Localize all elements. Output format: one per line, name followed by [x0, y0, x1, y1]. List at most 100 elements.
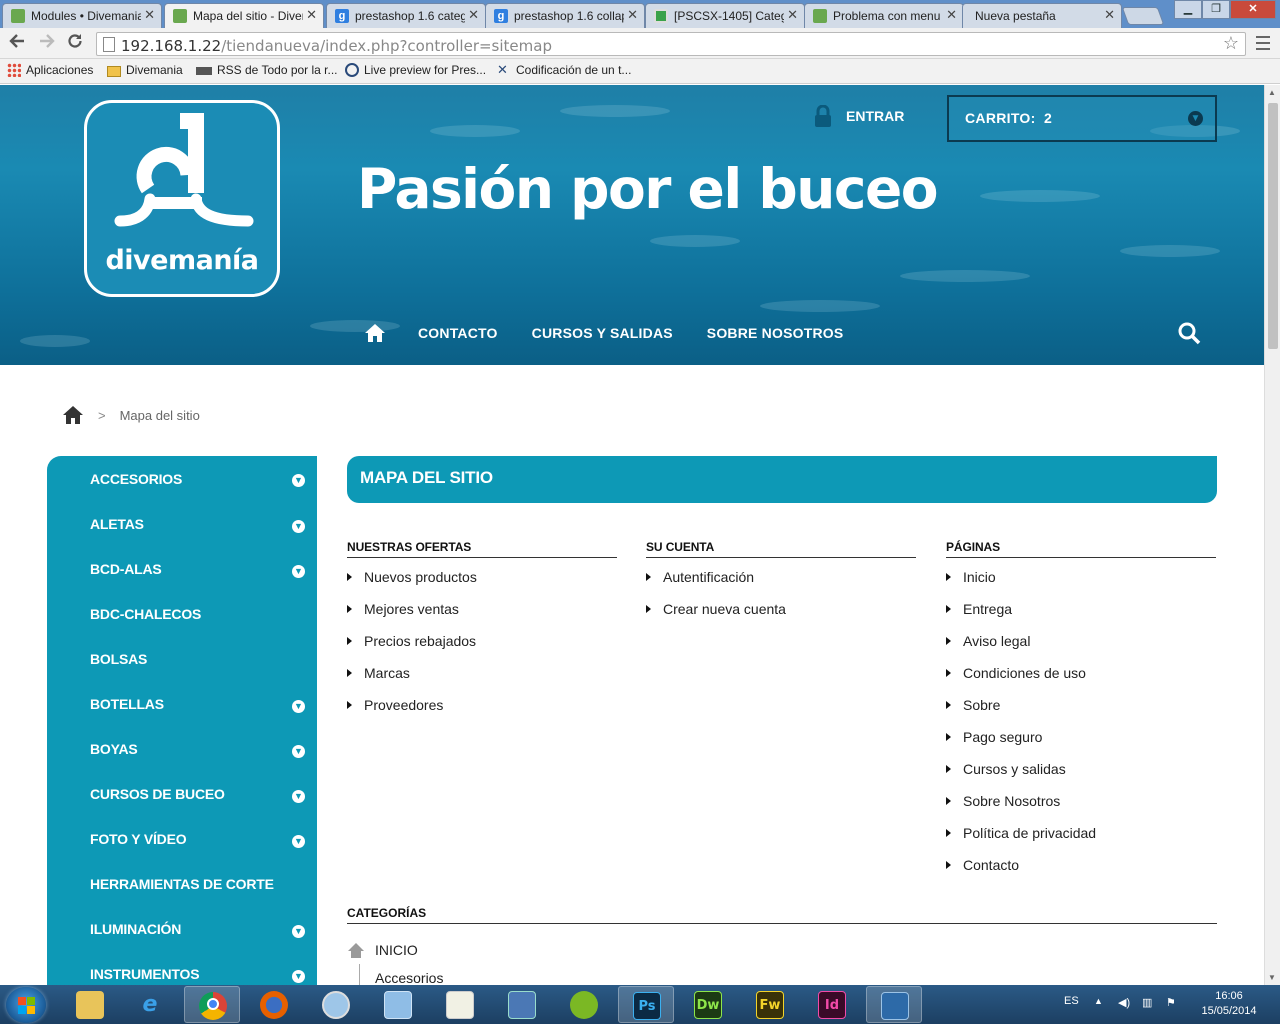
taskbar-safari[interactable]: [308, 986, 364, 1023]
close-icon[interactable]: ✕: [1104, 7, 1115, 23]
sidebar-item-bdc-chalecos[interactable]: BDC-CHALECOS: [90, 606, 201, 622]
show-hidden-icons-icon[interactable]: ▲: [1094, 996, 1103, 1006]
sitemap-link[interactable]: Contacto: [946, 857, 1216, 889]
cart-block[interactable]: CARRITO: 2 ▼: [947, 95, 1217, 142]
taskbar-photoshop[interactable]: Ps: [618, 986, 674, 1023]
taskbar-fireworks[interactable]: Fw: [742, 986, 798, 1023]
chevron-down-icon[interactable]: ▼: [292, 835, 305, 848]
sitemap-link[interactable]: Mejores ventas: [347, 601, 617, 633]
sitemap-link[interactable]: Marcas: [347, 665, 617, 697]
close-icon[interactable]: ✕: [627, 7, 638, 23]
menu-sobre-nosotros[interactable]: SOBRE NOSOTROS: [707, 325, 844, 341]
sidebar-item-foto-y-video[interactable]: FOTO Y VÍDEO: [90, 831, 187, 847]
cart-dropdown-icon[interactable]: ▼: [1188, 111, 1203, 126]
taskbar-dreamweaver[interactable]: Dw: [680, 986, 736, 1023]
sidebar-item-herramientas-de-corte[interactable]: HERRAMIENTAS DE CORTE: [90, 876, 274, 892]
minimize-button[interactable]: ▁: [1174, 0, 1202, 19]
chevron-down-icon[interactable]: ▼: [292, 745, 305, 758]
sitemap-link[interactable]: Pago seguro: [946, 729, 1216, 761]
taskbar-mysql[interactable]: [866, 986, 922, 1023]
page-scrollbar[interactable]: ▲ ▼: [1264, 85, 1280, 985]
taskbar-virtualbox[interactable]: [494, 986, 550, 1023]
sitemap-link[interactable]: Precios rebajados: [347, 633, 617, 665]
sitemap-link[interactable]: Autentificación: [646, 569, 916, 601]
sidebar-item-accesorios[interactable]: ACCESORIOS: [90, 471, 182, 487]
scroll-down-icon[interactable]: ▼: [1268, 973, 1276, 982]
sitemap-link[interactable]: Sobre Nosotros: [946, 793, 1216, 825]
sidebar-item-iluminacion[interactable]: ILUMINACIÓN: [90, 921, 181, 937]
taskbar-explorer[interactable]: [62, 986, 118, 1023]
bookmark-aplicaciones[interactable]: Aplicaciones: [7, 63, 93, 77]
home-icon[interactable]: [364, 323, 386, 343]
bookmark-live-preview[interactable]: Live preview for Pres...: [345, 63, 486, 77]
sidebar-item-instrumentos[interactable]: INSTRUMENTOS: [90, 966, 200, 982]
chevron-down-icon[interactable]: ▼: [292, 520, 305, 533]
forward-button[interactable]: [36, 32, 58, 54]
action-center-flag-icon[interactable]: ⚑: [1166, 996, 1180, 1010]
chevron-down-icon[interactable]: ▼: [292, 700, 305, 713]
chevron-down-icon[interactable]: ▼: [292, 790, 305, 803]
close-icon[interactable]: ✕: [468, 7, 479, 23]
chevron-down-icon[interactable]: ▼: [292, 565, 305, 578]
tab-google-categories[interactable]: g prestashop 1.6 categories ✕: [326, 3, 486, 28]
login-link[interactable]: ENTRAR: [813, 104, 904, 127]
url-text[interactable]: 192.168.1.22/tiendanueva/index.php?contr…: [121, 37, 552, 55]
sitemap-link[interactable]: Condiciones de uso: [946, 665, 1216, 697]
chevron-down-icon[interactable]: ▼: [292, 925, 305, 938]
sidebar-item-aletas[interactable]: ALETAS: [90, 516, 144, 532]
menu-contacto[interactable]: CONTACTO: [418, 325, 498, 341]
start-button[interactable]: [6, 987, 46, 1023]
bookmark-rss[interactable]: RSS de Todo por la r...: [196, 63, 338, 77]
new-tab-button[interactable]: [1121, 7, 1165, 25]
network-icon[interactable]: ▥: [1142, 996, 1156, 1010]
restore-button[interactable]: ❐: [1202, 0, 1230, 19]
taskbar-ie[interactable]: e: [122, 986, 178, 1023]
taskbar-cube[interactable]: [370, 986, 426, 1023]
sitemap-link[interactable]: Sobre: [946, 697, 1216, 729]
sitemap-link[interactable]: Política de privacidad: [946, 825, 1216, 857]
bookmark-star-icon[interactable]: ☆: [1223, 33, 1239, 54]
sitemap-link[interactable]: Entrega: [946, 601, 1216, 633]
reload-button[interactable]: [64, 32, 86, 54]
taskbar-chrome[interactable]: [184, 986, 240, 1023]
sitemap-link[interactable]: Proveedores: [347, 697, 617, 729]
close-icon[interactable]: ✕: [787, 7, 798, 23]
taskbar-clock[interactable]: 16:06 15/05/2014: [1194, 989, 1264, 1019]
bookmark-divemania[interactable]: Divemania: [107, 63, 183, 77]
menu-cursos-y-salidas[interactable]: CURSOS Y SALIDAS: [532, 325, 673, 341]
close-window-button[interactable]: ✕: [1230, 0, 1276, 19]
scrollbar-thumb[interactable]: [1268, 103, 1278, 349]
sitemap-link[interactable]: Cursos y salidas: [946, 761, 1216, 793]
sidebar-item-cursos-de-buceo[interactable]: CURSOS DE BUCEO: [90, 786, 225, 802]
close-icon[interactable]: ✕: [946, 7, 957, 23]
bookmark-codificacion[interactable]: ✕ Codificación de un t...: [497, 63, 631, 78]
taskbar-firefox[interactable]: [246, 986, 302, 1023]
sitemap-link[interactable]: Inicio: [946, 569, 1216, 601]
tab-new[interactable]: Nueva pestaña ✕: [962, 3, 1122, 28]
sitemap-link[interactable]: Crear nueva cuenta: [646, 601, 916, 633]
sitemap-link[interactable]: Nuevos productos: [347, 569, 617, 601]
taskbar-indesign[interactable]: Id: [804, 986, 860, 1023]
sidebar-item-botellas[interactable]: BOTELLAS: [90, 696, 164, 712]
scroll-up-icon[interactable]: ▲: [1268, 88, 1276, 97]
sidebar-item-bcd-alas[interactable]: BCD-ALAS: [90, 561, 162, 577]
tab-google-collapse[interactable]: g prestashop 1.6 collapse ✕: [485, 3, 645, 28]
tree-root-inicio[interactable]: INICIO: [347, 942, 418, 958]
sidebar-item-boyas[interactable]: BOYAS: [90, 741, 138, 757]
close-icon[interactable]: ✕: [144, 7, 155, 23]
volume-icon[interactable]: ◀): [1118, 996, 1132, 1010]
back-button[interactable]: [6, 32, 28, 54]
chrome-menu-button[interactable]: [1254, 32, 1272, 54]
chevron-down-icon[interactable]: ▼: [292, 474, 305, 487]
tab-jira[interactable]: [PSCSX-1405] Category ✕: [645, 3, 805, 28]
tree-item-accesorios[interactable]: Accesorios: [375, 970, 443, 985]
home-icon[interactable]: [62, 405, 84, 425]
chevron-down-icon[interactable]: ▼: [292, 970, 305, 983]
address-bar[interactable]: 192.168.1.22/tiendanueva/index.php?contr…: [96, 32, 1246, 56]
sidebar-item-bolsas[interactable]: BOLSAS: [90, 651, 147, 667]
taskbar-chart-app[interactable]: [432, 986, 488, 1023]
site-logo[interactable]: divemanía: [84, 100, 280, 297]
language-indicator[interactable]: ES: [1064, 995, 1079, 1007]
taskbar-spotify[interactable]: [556, 986, 612, 1023]
search-icon[interactable]: [1177, 321, 1201, 345]
